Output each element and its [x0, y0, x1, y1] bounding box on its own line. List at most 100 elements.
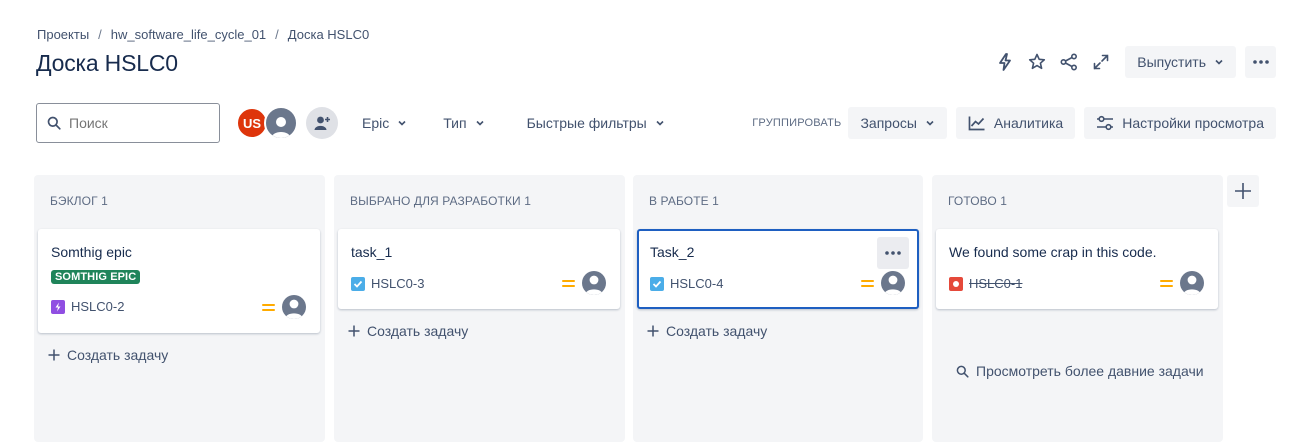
priority-medium-icon [562, 279, 575, 288]
issue-key-text: HSLC0-2 [71, 299, 125, 314]
chevron-down-icon [398, 120, 406, 126]
assignee-filter: US [236, 106, 338, 140]
fullscreen-button[interactable] [1085, 46, 1117, 78]
add-user-icon [314, 116, 330, 130]
column-title: В РАБОТЕ 1 [649, 194, 719, 208]
subtask-lightning-icon [51, 299, 65, 314]
issue-key[interactable]: HSLC0-2 [51, 299, 124, 314]
view-settings-label: Настройки просмотра [1122, 115, 1264, 131]
share-button[interactable] [1053, 46, 1085, 78]
analytics-button[interactable]: Аналитика [955, 107, 1076, 139]
lightning-icon [999, 53, 1012, 71]
issue-key-text: HSLC0-3 [371, 276, 425, 291]
group-by-dropdown[interactable]: Запросы [848, 107, 947, 139]
task-checkbox-icon [351, 276, 365, 291]
issue-key[interactable]: HSLC0-3 [351, 276, 424, 291]
issue-card[interactable]: task_1 HSLC0-3 [338, 229, 620, 309]
issue-key-text: HSLC0-4 [670, 276, 724, 291]
view-settings-button[interactable]: Настройки просмотра [1084, 107, 1276, 139]
group-by-value: Запросы [860, 115, 917, 131]
filter-bar: US Epic Тип Быстрые фильтры ГРУППИРОВАТЬ… [36, 103, 1276, 143]
card-title: We found some crap in this code. [949, 244, 1157, 260]
search-icon [956, 365, 969, 378]
issue-card[interactable]: Somthig epic SOMTHIG EPIC HSLC0-2 [38, 229, 320, 333]
priority-medium-icon [1160, 279, 1173, 288]
card-title: Somthig epic [51, 244, 132, 260]
view-older-issues-label: Просмотреть более давние задачи [976, 363, 1204, 379]
breadcrumb-separator: / [98, 27, 102, 42]
column-title: БЭКЛОГ 1 [50, 194, 108, 208]
breadcrumb-projects[interactable]: Проекты [37, 27, 89, 42]
card-title: task_1 [351, 244, 393, 260]
plus-icon [647, 325, 659, 337]
type-filter-label: Тип [443, 115, 467, 131]
assignee-avatar[interactable] [582, 271, 606, 295]
group-by-label: ГРУППИРОВАТЬ [752, 117, 842, 129]
chevron-down-icon [1215, 59, 1223, 65]
priority-medium-icon [262, 303, 275, 312]
search-icon [47, 116, 61, 130]
analytics-label: Аналитика [993, 115, 1064, 131]
avatar-generic[interactable] [264, 106, 298, 140]
issue-key[interactable]: HSLC0-4 [650, 276, 723, 291]
epic-filter-dropdown[interactable]: Epic [362, 115, 407, 131]
assignee-avatar[interactable] [282, 295, 306, 319]
plus-icon [1235, 183, 1251, 199]
ellipsis-icon [885, 251, 901, 255]
epic-badge[interactable]: SOMTHIG EPIC [51, 270, 141, 284]
add-column-button[interactable] [1227, 175, 1259, 207]
star-icon [1029, 53, 1046, 70]
quick-filters-dropdown[interactable]: Быстрые фильтры [527, 115, 665, 131]
card-more-button[interactable] [877, 237, 909, 269]
assignee-avatar[interactable] [881, 271, 905, 295]
view-older-issues-button[interactable]: Просмотреть более давние задачи [956, 363, 1204, 379]
user-icon [285, 299, 303, 319]
column-title: ВЫБРАНО ДЛЯ РАЗРАБОТКИ 1 [350, 194, 531, 208]
issue-key[interactable]: HSLC0-1 [949, 276, 1022, 291]
chart-line-icon [968, 116, 985, 131]
column-done: ГОТОВО 1 We found some crap in this code… [932, 175, 1223, 442]
task-checkbox-icon [650, 276, 664, 291]
plus-icon [48, 349, 60, 361]
user-icon [884, 275, 902, 295]
star-button[interactable] [1021, 46, 1053, 78]
card-title: Task_2 [650, 244, 695, 260]
page-title: Доска HSLC0 [36, 50, 178, 76]
settings-sliders-icon [1097, 115, 1114, 131]
create-issue-label: Создать задачу [367, 323, 469, 339]
column-title: ГОТОВО 1 [948, 194, 1008, 208]
bug-icon [949, 276, 963, 291]
release-button[interactable]: Выпустить [1125, 46, 1236, 78]
create-issue-label: Создать задачу [67, 347, 169, 363]
add-people-button[interactable] [306, 107, 338, 139]
quick-filters-label: Быстрые фильтры [526, 115, 647, 131]
more-actions-button[interactable] [1245, 46, 1276, 78]
breadcrumb: Проекты / hw_software_life_cycle_01 / До… [37, 27, 369, 42]
type-filter-dropdown[interactable]: Тип [443, 115, 484, 131]
create-issue-button[interactable]: Создать задачу [647, 323, 767, 339]
breadcrumb-separator: / [275, 27, 279, 42]
column-in-progress: В РАБОТЕ 1 Task_2 HSLC0-4 Создать задачу [633, 175, 923, 442]
priority-medium-icon [861, 279, 874, 288]
column-backlog: БЭКЛОГ 1 Somthig epic SOMTHIG EPIC HSLC0… [34, 175, 325, 442]
automation-button[interactable] [989, 46, 1021, 78]
search-input[interactable] [69, 115, 209, 131]
create-issue-button[interactable]: Создать задачу [348, 323, 468, 339]
create-issue-button[interactable]: Создать задачу [48, 347, 168, 363]
plus-icon [348, 325, 360, 337]
user-icon [1183, 275, 1201, 295]
top-actions: Выпустить [989, 46, 1276, 78]
chevron-down-icon [926, 120, 934, 126]
epic-filter-label: Epic [362, 115, 390, 131]
assignee-avatar[interactable] [1180, 271, 1204, 295]
breadcrumb-board[interactable]: Доска HSLC0 [288, 27, 369, 42]
search-box[interactable] [36, 103, 220, 143]
breadcrumb-project[interactable]: hw_software_life_cycle_01 [111, 27, 266, 42]
issue-card-selected[interactable]: Task_2 HSLC0-4 [637, 229, 919, 309]
issue-card[interactable]: We found some crap in this code. HSLC0-1 [936, 229, 1218, 309]
chevron-down-icon [656, 120, 664, 126]
ellipsis-icon [1252, 60, 1269, 64]
user-icon [585, 275, 603, 295]
release-label: Выпустить [1137, 54, 1206, 70]
create-issue-label: Создать задачу [666, 323, 768, 339]
